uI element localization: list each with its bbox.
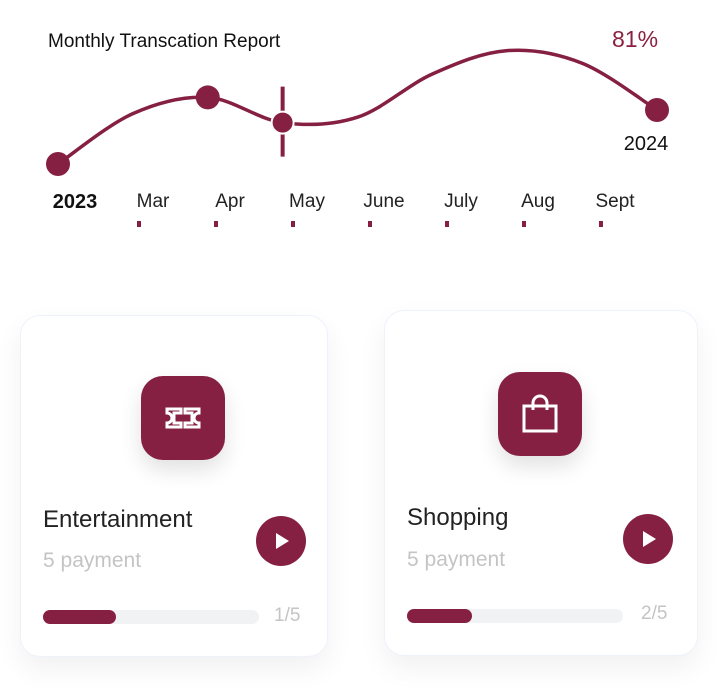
- x-tick-label: July: [444, 191, 478, 212]
- entertainment-icon-tile: [141, 376, 225, 460]
- data-point[interactable]: [195, 85, 220, 110]
- data-point[interactable]: [645, 98, 669, 122]
- card-title: Entertainment: [43, 506, 193, 533]
- series-line: [56, 48, 659, 166]
- shopping-bag-icon: [522, 394, 558, 433]
- play-icon: [643, 531, 656, 547]
- shopping-icon-tile: [498, 372, 582, 456]
- progress-ratio: 2/5: [641, 603, 668, 624]
- x-tick-label: Apr: [215, 191, 245, 212]
- progress-bar: [407, 609, 623, 623]
- start-year-label: 2023: [53, 191, 98, 213]
- x-tick-label: Sept: [595, 191, 635, 212]
- ticket-icon: [165, 407, 201, 429]
- data-point[interactable]: [46, 152, 70, 176]
- entertainment-card[interactable]: Entertainment 5 payment 1/5: [20, 315, 328, 657]
- end-year-label: 2024: [624, 133, 669, 155]
- x-tick-mark: [522, 221, 526, 227]
- play-button[interactable]: [623, 514, 673, 564]
- x-tick-label: Mar: [137, 191, 170, 212]
- play-icon: [276, 533, 289, 549]
- progress-bar: [43, 610, 259, 624]
- x-tick-mark: [214, 221, 218, 227]
- x-tick-label: Aug: [521, 191, 555, 212]
- progress-ratio: 1/5: [274, 605, 301, 626]
- progress-fill: [407, 609, 472, 623]
- x-tick-mark: [137, 221, 141, 227]
- data-point[interactable]: [270, 110, 295, 135]
- x-tick-label: June: [363, 191, 404, 212]
- x-tick-label: May: [289, 191, 325, 212]
- shopping-card[interactable]: Shopping 5 payment 2/5: [384, 310, 698, 656]
- x-tick-mark: [445, 221, 449, 227]
- card-title: Shopping: [407, 504, 509, 531]
- line-chart: Mar Apr May June July Aug Sept 2023 2024: [46, 48, 669, 227]
- x-tick-mark: [599, 221, 603, 227]
- card-subtitle: 5 payment: [407, 548, 506, 571]
- x-tick-mark: [368, 221, 372, 227]
- card-subtitle: 5 payment: [43, 549, 142, 572]
- play-button[interactable]: [256, 516, 306, 566]
- x-tick-mark: [291, 221, 295, 227]
- progress-fill: [43, 610, 117, 624]
